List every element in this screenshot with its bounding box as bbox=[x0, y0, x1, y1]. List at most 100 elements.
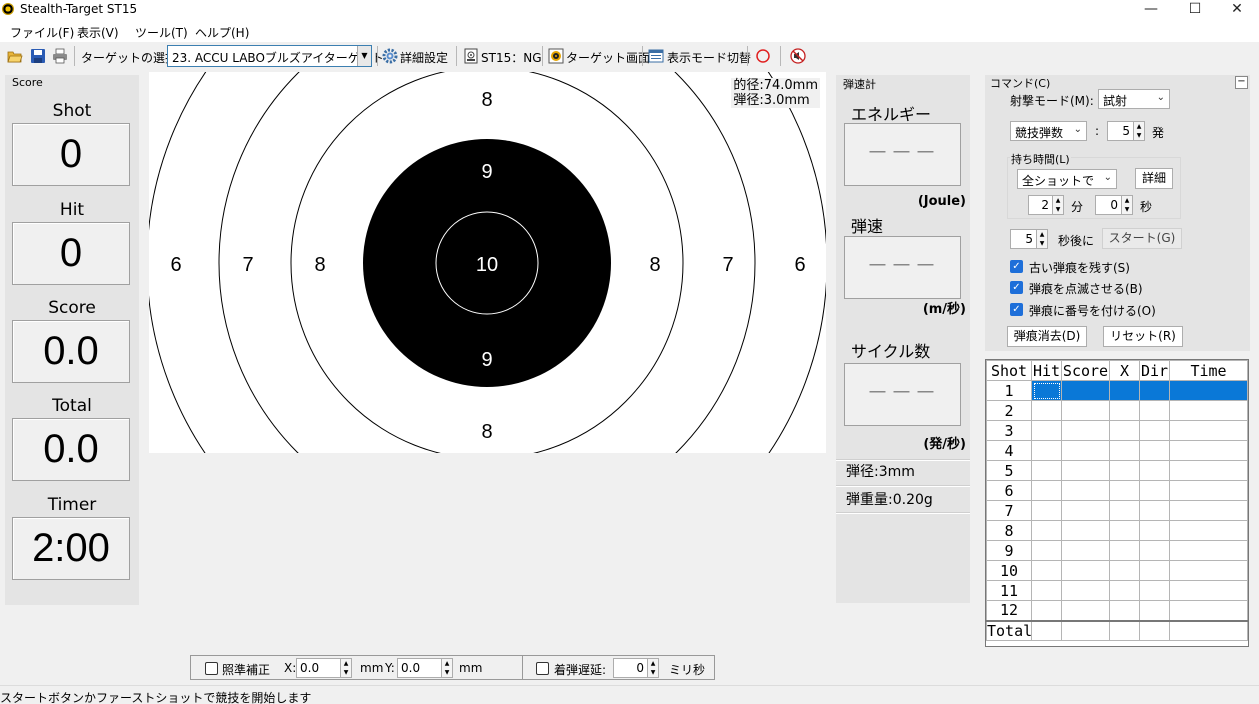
table-row[interactable]: 3 bbox=[986, 420, 1248, 441]
seconds-spinner[interactable]: 0 ▲ ▼ bbox=[1095, 195, 1133, 215]
spinner-arrows-icon[interactable]: ▲ ▼ bbox=[441, 659, 452, 677]
table-row[interactable]: 11 bbox=[986, 580, 1248, 601]
maximize-button[interactable]: ☐ bbox=[1172, 0, 1218, 20]
table-cell[interactable] bbox=[1061, 520, 1110, 541]
table-cell[interactable] bbox=[1031, 500, 1062, 521]
table-cell[interactable] bbox=[1139, 560, 1170, 581]
table-cell[interactable] bbox=[1061, 500, 1110, 521]
table-cell[interactable] bbox=[1139, 380, 1170, 401]
table-total-row[interactable]: Total bbox=[986, 619, 1248, 641]
column-header-time[interactable]: Time bbox=[1169, 360, 1248, 381]
table-row[interactable]: 1 bbox=[986, 380, 1248, 401]
table-cell[interactable] bbox=[1169, 480, 1248, 501]
column-header-shot[interactable]: Shot bbox=[986, 360, 1032, 381]
spinner-arrows-icon[interactable]: ▲ ▼ bbox=[1121, 196, 1132, 214]
table-cell[interactable] bbox=[1139, 540, 1170, 561]
chevron-down-icon[interactable]: ▼ bbox=[357, 46, 371, 66]
print-icon[interactable] bbox=[52, 48, 68, 64]
table-cell[interactable] bbox=[1109, 460, 1140, 481]
table-cell[interactable] bbox=[1109, 540, 1140, 561]
checkbox-keep-marks[interactable]: ✓ bbox=[1010, 260, 1023, 273]
spinner-arrows-icon[interactable]: ▲ ▼ bbox=[1052, 196, 1063, 214]
device-icon[interactable] bbox=[463, 48, 479, 64]
column-header-x[interactable]: X bbox=[1109, 360, 1140, 381]
spinner-arrows-icon[interactable]: ▲ ▼ bbox=[1133, 122, 1144, 140]
table-cell[interactable] bbox=[1169, 580, 1248, 601]
start-button[interactable]: スタート(G) bbox=[1102, 228, 1182, 249]
device-status-button[interactable]: ST15：NG bbox=[481, 49, 542, 66]
checkbox-number-marks[interactable]: ✓ bbox=[1010, 303, 1023, 316]
minimize-button[interactable]: — bbox=[1128, 0, 1174, 20]
table-cell[interactable] bbox=[1139, 420, 1170, 441]
table-cell[interactable] bbox=[1169, 540, 1248, 561]
table-cell[interactable] bbox=[1139, 580, 1170, 601]
clear-marks-button[interactable]: 弾痕消去(D) bbox=[1007, 326, 1087, 347]
menu-tools[interactable]: ツール(T) bbox=[135, 24, 188, 41]
open-folder-icon[interactable] bbox=[7, 48, 23, 64]
table-cell[interactable] bbox=[1031, 600, 1062, 621]
checkbox-blink-marks[interactable]: ✓ bbox=[1010, 281, 1023, 294]
table-cell[interactable] bbox=[1169, 440, 1248, 461]
table-cell[interactable] bbox=[1031, 440, 1062, 461]
shot-table[interactable]: Shot Hit Score X Dir Time 1 2 3 4 5 6 7 … bbox=[985, 359, 1249, 647]
spinner-arrows-icon[interactable]: ▲ ▼ bbox=[1036, 230, 1047, 248]
table-cell[interactable] bbox=[1109, 420, 1140, 441]
target-select[interactable]: 23. ACCU LABOブルズアイターゲット ▼ bbox=[167, 45, 384, 67]
table-cell[interactable] bbox=[1139, 400, 1170, 421]
table-cell[interactable] bbox=[1031, 460, 1062, 481]
target-display[interactable]: 10 9 9 8 8 8 7 6 8 7 6 的径:74.0mm 弾径:3.0m… bbox=[149, 72, 826, 453]
table-row[interactable]: 8 bbox=[986, 520, 1248, 541]
table-cell[interactable] bbox=[1169, 560, 1248, 581]
display-mode-icon[interactable] bbox=[648, 48, 664, 64]
impact-delay-spinner[interactable]: 0 ▲ ▼ bbox=[613, 658, 659, 678]
delay-spinner[interactable]: 5 ▲ ▼ bbox=[1010, 229, 1048, 249]
table-cell[interactable] bbox=[1109, 520, 1140, 541]
close-button[interactable]: ✕ bbox=[1214, 0, 1259, 20]
target-icon[interactable] bbox=[548, 48, 564, 64]
table-cell[interactable] bbox=[1031, 560, 1062, 581]
table-row[interactable]: 4 bbox=[986, 440, 1248, 461]
shoot-mode-select[interactable]: 試射 ⌄ bbox=[1098, 89, 1170, 109]
table-cell[interactable] bbox=[1061, 460, 1110, 481]
table-cell[interactable] bbox=[1109, 619, 1140, 641]
mute-icon[interactable] bbox=[790, 48, 806, 64]
table-cell[interactable] bbox=[1061, 560, 1110, 581]
table-cell[interactable] bbox=[1109, 400, 1140, 421]
table-cell[interactable] bbox=[1031, 380, 1062, 401]
table-cell[interactable] bbox=[1109, 580, 1140, 601]
table-cell[interactable] bbox=[1169, 600, 1248, 621]
collapse-button[interactable]: − bbox=[1235, 76, 1248, 89]
table-cell[interactable] bbox=[1139, 520, 1170, 541]
table-cell[interactable] bbox=[1139, 480, 1170, 501]
table-cell[interactable] bbox=[1109, 500, 1140, 521]
table-cell[interactable] bbox=[1061, 440, 1110, 461]
table-cell[interactable] bbox=[1109, 600, 1140, 621]
detail-button[interactable]: 詳細 bbox=[1135, 168, 1173, 189]
menu-view[interactable]: 表示(V) bbox=[77, 24, 119, 41]
table-row[interactable]: 9 bbox=[986, 540, 1248, 561]
column-header-hit[interactable]: Hit bbox=[1031, 360, 1062, 381]
table-cell[interactable] bbox=[1169, 460, 1248, 481]
minutes-spinner[interactable]: 2 ▲ ▼ bbox=[1028, 195, 1064, 215]
table-cell[interactable] bbox=[1061, 600, 1110, 621]
table-cell[interactable] bbox=[1169, 380, 1248, 401]
record-icon[interactable] bbox=[755, 48, 771, 64]
table-cell[interactable] bbox=[1169, 520, 1248, 541]
hold-mode-select[interactable]: 全ショットで ⌄ bbox=[1017, 169, 1117, 189]
x-offset-spinner[interactable]: 0.0 ▲ ▼ bbox=[296, 658, 352, 678]
table-row[interactable]: 10 bbox=[986, 560, 1248, 581]
table-cell[interactable] bbox=[1109, 380, 1140, 401]
table-cell[interactable] bbox=[1169, 619, 1248, 641]
table-cell[interactable] bbox=[1109, 560, 1140, 581]
table-cell[interactable] bbox=[1169, 400, 1248, 421]
table-row[interactable]: 2 bbox=[986, 400, 1248, 421]
table-cell[interactable] bbox=[1109, 440, 1140, 461]
table-cell[interactable] bbox=[1031, 480, 1062, 501]
table-cell[interactable] bbox=[1061, 480, 1110, 501]
table-cell[interactable] bbox=[1031, 420, 1062, 441]
table-row[interactable]: 7 bbox=[986, 500, 1248, 521]
table-cell[interactable] bbox=[1031, 619, 1062, 641]
table-cell[interactable] bbox=[1031, 540, 1062, 561]
count-spinner[interactable]: 5 ▲ ▼ bbox=[1107, 121, 1145, 141]
table-cell[interactable] bbox=[1139, 619, 1170, 641]
